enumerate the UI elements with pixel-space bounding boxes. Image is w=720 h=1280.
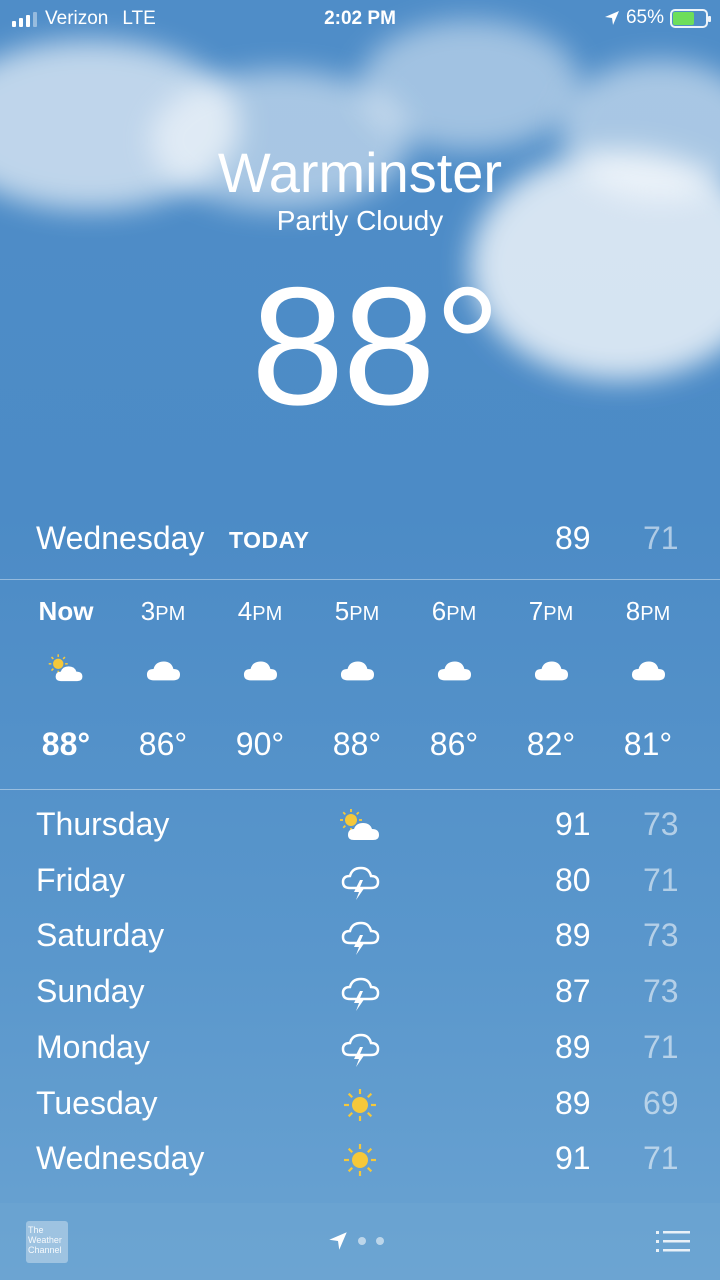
- divider: [0, 789, 720, 790]
- thunderstorm-icon: [338, 917, 382, 957]
- day-name: Friday: [36, 861, 125, 898]
- current-temperature: 88°: [250, 252, 501, 440]
- hour-temperature: 90°: [235, 726, 285, 762]
- thunderstorm-icon: [338, 1029, 382, 1069]
- day-low: 71: [643, 1140, 679, 1177]
- today-label: TODAY: [229, 527, 310, 553]
- day-high: 89: [555, 917, 591, 954]
- day-high: 91: [555, 1140, 591, 1177]
- hour-time: Now: [38, 596, 94, 626]
- weather-channel-logo[interactable]: The Weather Channel: [26, 1221, 68, 1263]
- daily-row: Sunday 87 73: [0, 963, 720, 1019]
- battery-charging-icon: [670, 8, 711, 28]
- daily-row: Tuesday 89 69: [0, 1075, 720, 1131]
- day-name: Monday: [36, 1028, 150, 1065]
- day-high: 89: [555, 1028, 591, 1065]
- cloud-icon: [435, 652, 473, 686]
- day-name: Tuesday: [36, 1084, 158, 1121]
- daily-row: Saturday 89 73: [0, 907, 720, 963]
- today-high: 89: [555, 520, 591, 556]
- sun-icon: [338, 1085, 382, 1125]
- cloud-icon: [532, 652, 570, 686]
- day-high: 91: [555, 806, 591, 842]
- status-right: 65%: [604, 7, 711, 29]
- today-day: Wednesday: [36, 520, 205, 556]
- hour-temperature: 82°: [526, 726, 576, 762]
- daily-row: Wednesday 91 71: [0, 1130, 720, 1186]
- hour-time: 8PM: [625, 596, 671, 626]
- today-low: 71: [643, 520, 679, 556]
- list-icon[interactable]: [656, 1229, 690, 1255]
- daily-row: Monday 89 71: [0, 1019, 720, 1075]
- day-name: Wednesday: [36, 1140, 205, 1177]
- cloud-icon: [338, 652, 376, 686]
- hour-temperature: 81°: [623, 726, 673, 762]
- hour-time: 3PM: [140, 596, 186, 626]
- location-arrow-icon: [604, 11, 619, 25]
- location-arrow-icon: [329, 1232, 347, 1250]
- day-low: 73: [643, 917, 679, 954]
- thunderstorm-icon: [338, 862, 382, 902]
- day-low: 73: [643, 973, 679, 1010]
- day-low: 71: [643, 1028, 679, 1065]
- cloud-icon: [629, 652, 667, 686]
- hour-temperature: 88°: [41, 726, 91, 762]
- city-name: Warminster: [217, 141, 503, 204]
- bottom-toolbar: The Weather Channel: [0, 1203, 720, 1280]
- today-row: Wednesday TODAY 89 71: [0, 515, 720, 565]
- day-high: 87: [555, 973, 591, 1010]
- day-name: Thursday: [36, 806, 170, 842]
- daily-forecast[interactable]: Thursday 91 73 Friday 80 71 Saturday 89 73 Sunday…: [0, 796, 720, 1204]
- hour-time: 6PM: [431, 596, 477, 626]
- daily-row: Friday 80 71: [0, 852, 720, 908]
- page-dot: [376, 1237, 384, 1245]
- battery-percent: 65%: [625, 7, 664, 28]
- partly-cloudy-icon: [338, 806, 382, 846]
- partly-cloudy-icon: [47, 652, 85, 686]
- status-bar: Verizon LTE 2:02 PM 65%: [0, 0, 720, 38]
- day-name: Saturday: [36, 917, 165, 954]
- daily-row: Thursday 91 73: [0, 796, 720, 852]
- cloud-icon: [144, 652, 182, 686]
- page-dot: [358, 1237, 366, 1245]
- day-low: 71: [643, 861, 679, 898]
- cloud-icon: [241, 652, 279, 686]
- current-condition: Partly Cloudy: [276, 205, 444, 236]
- hour-temperature: 86°: [138, 726, 188, 762]
- day-low: 73: [643, 806, 679, 842]
- sun-icon: [338, 1140, 382, 1180]
- thunderstorm-icon: [338, 973, 382, 1013]
- hour-time: 5PM: [334, 596, 380, 626]
- hour-temperature: 86°: [429, 726, 479, 762]
- hour-time: 4PM: [237, 596, 283, 626]
- hourly-forecast[interactable]: Now 88° 3PM 86° 4PM 90° 5PM 88° 6PM 86° 7PM 82° 8PM 8…: [0, 580, 720, 790]
- day-high: 80: [555, 861, 591, 898]
- day-high: 89: [555, 1084, 591, 1121]
- hour-time: 7PM: [528, 596, 574, 626]
- hour-temperature: 88°: [332, 726, 382, 762]
- page-indicator[interactable]: [328, 1231, 384, 1251]
- day-name: Sunday: [36, 973, 145, 1010]
- day-low: 69: [643, 1084, 679, 1121]
